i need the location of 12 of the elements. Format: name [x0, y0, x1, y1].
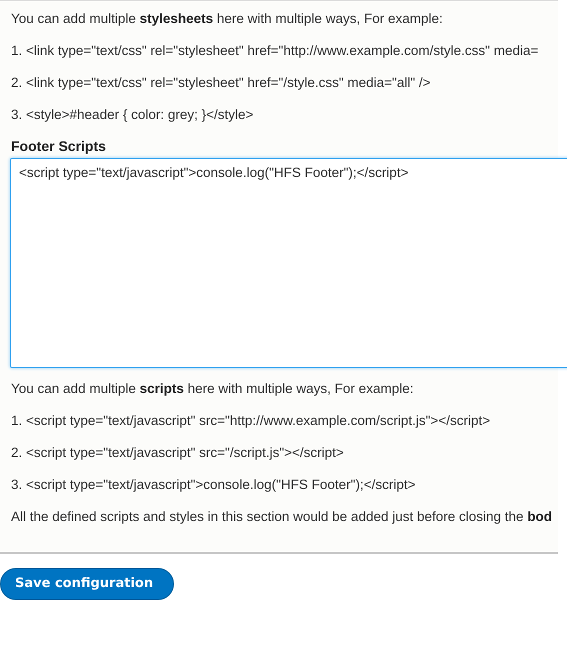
help-text: All the defined scripts and styles in this section would be added just before closing the bod	[11, 508, 554, 526]
example-text: 1. <script type="text/javascript" src="http://www.example.com/script.js"></script>	[11, 412, 492, 430]
example-text: 1. <link type="text/css" rel="stylesheet" href="http://www.example.com/style.css" media=	[11, 42, 540, 60]
example-text: 2. <script type="text/javascript" src="/script.js"></script>	[11, 444, 345, 462]
example-text: 3. <style>#header { color: grey; }</style>	[11, 106, 254, 124]
footer-scripts-field[interactable]: <script type="text/javascript">console.log("HFS Footer");</script>	[10, 158, 567, 368]
help-text: You can add multiple scripts here with multiple ways, For example:	[11, 380, 414, 398]
example-text: 2. <link type="text/css" rel="stylesheet" href="/style.css" media="all" />	[11, 74, 432, 92]
example-text: 3. <script type="text/javascript">console.log("HFS Footer");</script>	[11, 476, 416, 494]
help-text: You can add multiple stylesheets here with multiple ways, For example:	[11, 10, 444, 28]
save-button[interactable]: Save configuration	[0, 568, 174, 600]
field-label: Footer Scripts	[11, 138, 107, 154]
